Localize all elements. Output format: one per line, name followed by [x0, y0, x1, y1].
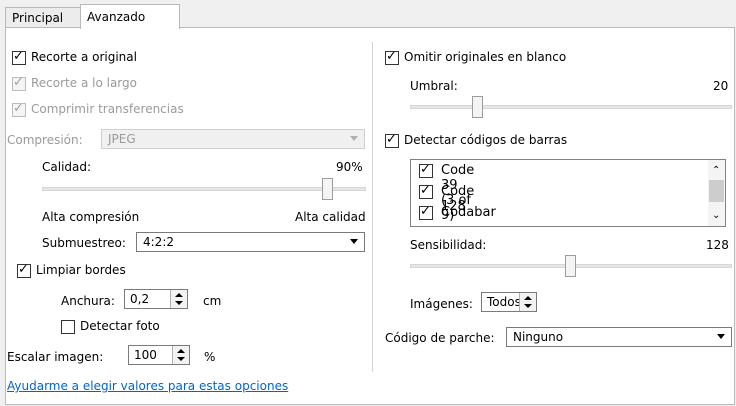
tab-avanzado[interactable]: Avanzado: [80, 4, 180, 29]
imagenes-stepper[interactable]: Todos: [481, 292, 537, 312]
chevron-down-icon: [717, 334, 725, 339]
codigo-parche-value: Ninguno: [513, 330, 564, 344]
omitir-label: Omitir originales en blanco: [404, 50, 567, 64]
recorte-original-checkbox[interactable]: ✓: [12, 49, 26, 65]
check-icon: ✓: [420, 162, 431, 177]
comprimir-label: Comprimir transferencias: [31, 102, 184, 116]
escalar-unit: %: [204, 350, 216, 364]
anchura-unit: cm: [203, 294, 222, 308]
submuestreo-value: 4:2:2: [143, 235, 174, 249]
check-icon: ✓: [18, 262, 29, 277]
sensibilidad-slider-thumb[interactable]: [565, 255, 576, 277]
tab-principal-label: Principal: [12, 11, 64, 25]
compresion-label: Compresión:: [7, 133, 83, 147]
imagenes-value: Todos: [487, 295, 521, 309]
arrow-up-icon: [177, 349, 185, 353]
barcode-list-scrollbar[interactable]: ⌃ ⌄: [708, 160, 725, 226]
recorte-original-label: Recorte a original: [31, 50, 137, 64]
column-divider: [372, 42, 373, 372]
check-icon: ✓: [386, 49, 397, 64]
detectar-foto-label: Detectar foto: [80, 319, 160, 333]
check-icon: ✓: [13, 101, 24, 116]
compresion-dropdown[interactable]: JPEG: [101, 129, 365, 149]
chevron-down-icon: [350, 239, 358, 244]
anchura-spin-buttons[interactable]: [170, 290, 187, 308]
anchura-stepper[interactable]: 0,2: [124, 289, 188, 309]
compresion-value: JPEG: [108, 132, 136, 146]
escalar-label: Escalar imagen:: [7, 350, 104, 364]
codigo-parche-label: Código de parche:: [385, 331, 495, 345]
barcode-label: Codabar: [441, 205, 496, 220]
alta-calidad-label: Alta calidad: [295, 210, 366, 224]
arrow-down-icon: [177, 357, 185, 361]
escalar-stepper[interactable]: 100: [128, 345, 190, 365]
arrow-down-icon: [524, 304, 532, 308]
barcode-list[interactable]: ✓ Code 39 (3 of 9) ✓ Code 128 ✓ Codabar …: [410, 159, 726, 227]
imagenes-spin-buttons[interactable]: [519, 293, 536, 311]
umbral-slider-thumb[interactable]: [472, 96, 483, 118]
barcode-checkbox[interactable]: ✓: [419, 162, 433, 178]
anchura-value: 0,2: [130, 292, 150, 306]
arrow-down-icon: [175, 301, 183, 305]
limpiar-bordes-label: Limpiar bordes: [36, 263, 126, 277]
check-icon: ✓: [420, 204, 431, 219]
check-icon: ✓: [13, 75, 24, 90]
omitir-checkbox[interactable]: ✓: [385, 49, 399, 65]
help-link[interactable]: Ayudarme a elegir valores para estas opc…: [7, 379, 288, 393]
calidad-slider-track[interactable]: [42, 187, 366, 191]
recorte-largo-checkbox[interactable]: ✓: [12, 75, 26, 91]
escalar-value: 100: [134, 348, 157, 362]
check-icon: ✓: [420, 183, 431, 198]
tab-principal[interactable]: Principal: [5, 7, 81, 28]
detectar-foto-checkbox[interactable]: [61, 320, 75, 334]
umbral-label: Umbral:: [410, 79, 458, 93]
arrow-up-icon: [175, 293, 183, 297]
barcode-checkbox[interactable]: ✓: [419, 183, 433, 199]
detectar-codigos-label: Detectar códigos de barras: [404, 133, 568, 147]
chevron-up-icon[interactable]: ⌃: [712, 165, 720, 176]
barcode-checkbox[interactable]: ✓: [419, 204, 433, 220]
umbral-value: 20: [713, 79, 729, 93]
calidad-slider-thumb[interactable]: [322, 178, 333, 200]
recorte-largo-label: Recorte a lo largo: [31, 76, 137, 90]
escalar-spin-buttons[interactable]: [172, 346, 189, 364]
arrow-up-icon: [524, 296, 532, 300]
calidad-value: 90%: [336, 160, 363, 174]
submuestreo-label: Submuestreo:: [42, 236, 126, 250]
umbral-slider-track[interactable]: [410, 105, 732, 109]
anchura-label: Anchura:: [61, 294, 115, 308]
imagenes-label: Imágenes:: [410, 297, 473, 311]
limpiar-bordes-checkbox[interactable]: ✓: [17, 262, 31, 278]
check-icon: ✓: [386, 132, 397, 147]
alta-compresion-label: Alta compresión: [42, 210, 140, 224]
codigo-parche-dropdown[interactable]: Ninguno: [506, 327, 732, 347]
check-icon: ✓: [13, 49, 24, 64]
calidad-label: Calidad:: [42, 160, 92, 174]
comprimir-checkbox[interactable]: ✓: [12, 101, 26, 117]
scrollbar-thumb[interactable]: [709, 180, 724, 202]
submuestreo-dropdown[interactable]: 4:2:2: [136, 232, 365, 252]
sensibilidad-value: 128: [706, 238, 729, 252]
sensibilidad-label: Sensibilidad:: [410, 238, 487, 252]
chevron-down-icon[interactable]: ⌄: [712, 210, 720, 221]
chevron-down-icon: [350, 136, 358, 141]
tab-avanzado-label: Avanzado: [87, 10, 146, 24]
detectar-codigos-checkbox[interactable]: ✓: [385, 132, 399, 148]
